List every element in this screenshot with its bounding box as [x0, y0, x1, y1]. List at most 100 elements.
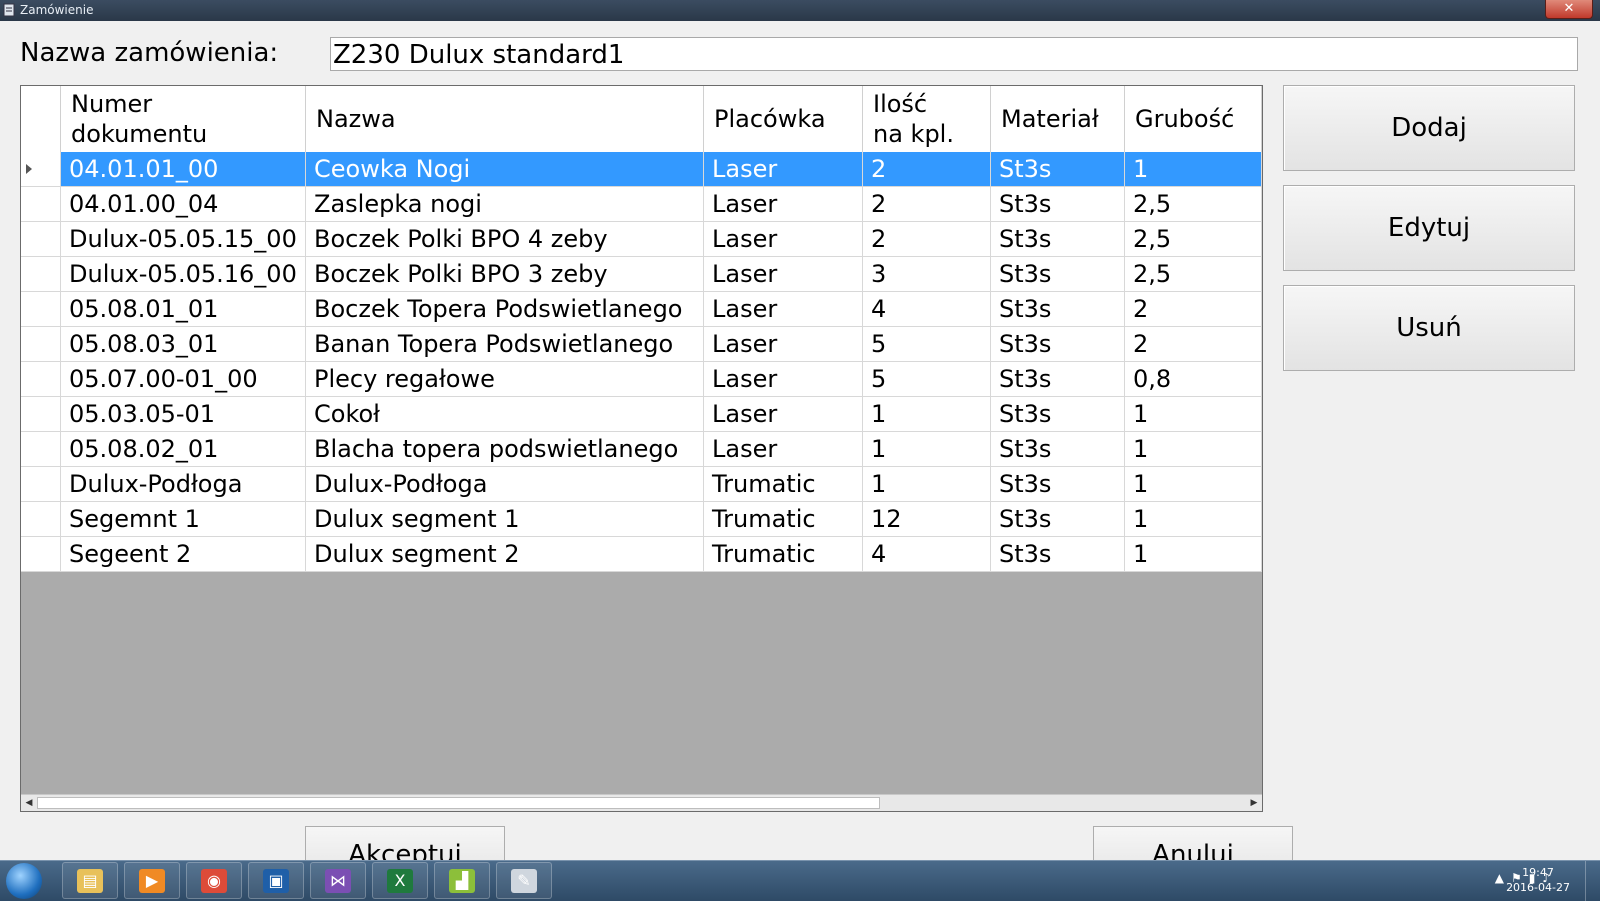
row-header[interactable]	[21, 292, 61, 326]
table-cell[interactable]: 1	[863, 397, 991, 431]
table-cell[interactable]: 1	[1125, 152, 1262, 186]
table-cell[interactable]: Dulux-05.05.16_00	[61, 257, 306, 291]
row-header[interactable]	[21, 362, 61, 396]
table-cell[interactable]: Banan Topera Podswietlanego	[306, 327, 704, 361]
order-name-input[interactable]: Z230 Dulux standard1	[330, 37, 1578, 71]
table-row[interactable]: Dulux-05.05.15_00 Boczek Polki BPO 4 zeby…	[21, 222, 1262, 257]
table-cell[interactable]: St3s	[991, 327, 1125, 361]
table-cell[interactable]: Laser	[704, 327, 863, 361]
row-header[interactable]	[21, 152, 61, 186]
scroll-left-icon[interactable]: ◀	[21, 795, 37, 811]
table-cell[interactable]: 04.01.00_04	[61, 187, 306, 221]
row-header[interactable]	[21, 222, 61, 256]
column-header[interactable]: Placówka	[704, 86, 863, 152]
table-cell[interactable]: 1	[863, 432, 991, 466]
table-cell[interactable]: 2	[863, 152, 991, 186]
horizontal-scrollbar[interactable]: ◀ ▶	[21, 794, 1262, 811]
table-cell[interactable]: 1	[1125, 537, 1262, 571]
table-cell[interactable]: 4	[863, 537, 991, 571]
table-cell[interactable]: 05.03.05-01	[61, 397, 306, 431]
table-cell[interactable]: Laser	[704, 397, 863, 431]
table-cell[interactable]: 2,5	[1125, 187, 1262, 221]
table-cell[interactable]: 4	[863, 292, 991, 326]
table-row[interactable]: Segemnt 1 Dulux segment 1 Trumatic 12 St3s 1	[21, 502, 1262, 537]
table-cell[interactable]: Segemnt 1	[61, 502, 306, 536]
table-cell[interactable]: 1	[1125, 502, 1262, 536]
table-cell[interactable]: St3s	[991, 187, 1125, 221]
table-cell[interactable]: 2	[1125, 292, 1262, 326]
row-header[interactable]	[21, 397, 61, 431]
table-cell[interactable]: St3s	[991, 467, 1125, 501]
table-cell[interactable]: Segeent 2	[61, 537, 306, 571]
taskbar-app[interactable]: X	[372, 862, 428, 899]
table-cell[interactable]: 05.07.00-01_00	[61, 362, 306, 396]
table-cell[interactable]: Laser	[704, 222, 863, 256]
row-header[interactable]	[21, 502, 61, 536]
table-row[interactable]: 05.03.05-01 Cokoł Laser 1 St3s 1	[21, 397, 1262, 432]
table-cell[interactable]: 04.01.01_00	[61, 152, 306, 186]
table-cell[interactable]: St3s	[991, 537, 1125, 571]
table-cell[interactable]: St3s	[991, 222, 1125, 256]
table-row[interactable]: 05.08.02_01 Blacha topera podswietlanego L…	[21, 432, 1262, 467]
column-header[interactable]: Nazwa	[306, 86, 704, 152]
order-items-grid[interactable]: Numer dokumentu Nazwa Placówka Ilość na kpl…	[20, 85, 1263, 812]
table-cell[interactable]: 05.08.01_01	[61, 292, 306, 326]
table-cell[interactable]: Ceowka Nogi	[306, 152, 704, 186]
table-cell[interactable]: 2,5	[1125, 222, 1262, 256]
taskbar-app[interactable]: ▤	[62, 862, 118, 899]
table-cell[interactable]: 1	[1125, 397, 1262, 431]
clock[interactable]: 19:47 2016-04-27	[1506, 865, 1570, 895]
table-cell[interactable]: St3s	[991, 397, 1125, 431]
table-cell[interactable]: 3	[863, 257, 991, 291]
table-cell[interactable]: Boczek Topera Podswietlanego	[306, 292, 704, 326]
column-header[interactable]: Numer dokumentu	[61, 86, 306, 152]
table-cell[interactable]: 1	[1125, 467, 1262, 501]
column-header[interactable]: Materiał	[991, 86, 1125, 152]
table-cell[interactable]: Laser	[704, 292, 863, 326]
table-cell[interactable]: St3s	[991, 502, 1125, 536]
table-cell[interactable]: St3s	[991, 362, 1125, 396]
taskbar-app[interactable]: ⋈	[310, 862, 366, 899]
column-header[interactable]: Grubość	[1125, 86, 1262, 152]
row-header[interactable]	[21, 537, 61, 571]
row-header[interactable]	[21, 327, 61, 361]
table-cell[interactable]: 2	[863, 222, 991, 256]
taskbar-app[interactable]: ◉	[186, 862, 242, 899]
table-cell[interactable]: 0,8	[1125, 362, 1262, 396]
table-row[interactable]: 04.01.01_00 Ceowka Nogi Laser 2 St3s 1	[21, 152, 1262, 187]
table-cell[interactable]: Boczek Polki BPO 3 zeby	[306, 257, 704, 291]
table-cell[interactable]: Laser	[704, 257, 863, 291]
add-button[interactable]: Dodaj	[1283, 85, 1575, 171]
table-cell[interactable]: Laser	[704, 187, 863, 221]
table-cell[interactable]: Plecy regałowe	[306, 362, 704, 396]
row-header[interactable]	[21, 467, 61, 501]
table-cell[interactable]: St3s	[991, 152, 1125, 186]
table-row[interactable]: 05.08.01_01 Boczek Topera Podswietlanego L…	[21, 292, 1262, 327]
row-header[interactable]	[21, 257, 61, 291]
taskbar-app[interactable]: ✎	[496, 862, 552, 899]
table-cell[interactable]: 5	[863, 327, 991, 361]
table-cell[interactable]: Laser	[704, 362, 863, 396]
table-cell[interactable]: 2	[1125, 327, 1262, 361]
table-row[interactable]: 05.08.03_01 Banan Topera Podswietlanego La…	[21, 327, 1262, 362]
row-header[interactable]	[21, 432, 61, 466]
table-row[interactable]: Segeent 2 Dulux segment 2 Trumatic 4 St3s 1	[21, 537, 1262, 572]
table-row[interactable]: Dulux-05.05.16_00 Boczek Polki BPO 3 zeby…	[21, 257, 1262, 292]
table-cell[interactable]: St3s	[991, 432, 1125, 466]
table-cell[interactable]: Trumatic	[704, 537, 863, 571]
table-cell[interactable]: 5	[863, 362, 991, 396]
table-cell[interactable]: Laser	[704, 432, 863, 466]
delete-button[interactable]: Usuń	[1283, 285, 1575, 371]
table-cell[interactable]: Blacha topera podswietlanego	[306, 432, 704, 466]
table-cell[interactable]: Laser	[704, 152, 863, 186]
table-row[interactable]: Dulux-Podłoga Dulux-Podłoga Trumatic 1 St3s 1	[21, 467, 1262, 502]
table-cell[interactable]: 05.08.02_01	[61, 432, 306, 466]
table-cell[interactable]: Trumatic	[704, 467, 863, 501]
column-header[interactable]: Ilość na kpl.	[863, 86, 991, 152]
table-cell[interactable]: Zaslepka nogi	[306, 187, 704, 221]
table-cell[interactable]: 12	[863, 502, 991, 536]
table-cell[interactable]: Dulux-05.05.15_00	[61, 222, 306, 256]
table-cell[interactable]: Dulux-Podłoga	[306, 467, 704, 501]
close-button[interactable]: ✕	[1545, 0, 1593, 19]
table-cell[interactable]: Boczek Polki BPO 4 zeby	[306, 222, 704, 256]
